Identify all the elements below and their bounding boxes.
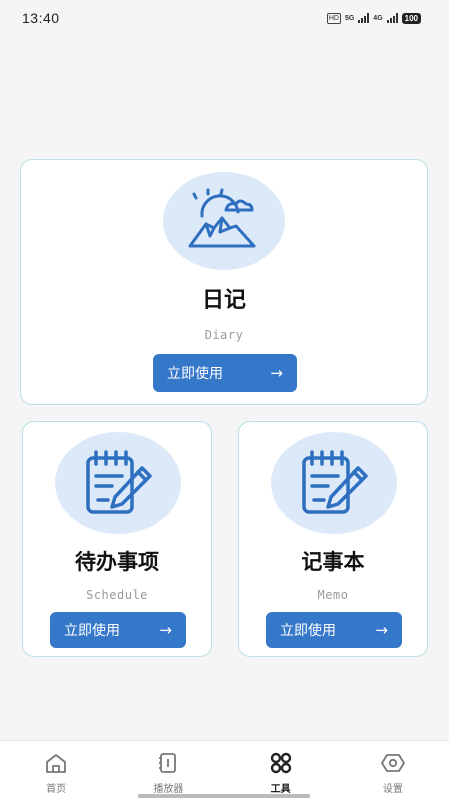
mountain-sun-icon — [163, 172, 285, 270]
battery-icon: 100 — [401, 12, 421, 24]
schedule-subtitle: Schedule — [86, 588, 148, 602]
tab-settings[interactable]: 设置 — [353, 741, 433, 800]
diary-subtitle: Diary — [204, 328, 244, 342]
notepad-pencil-icon — [271, 432, 397, 534]
arrow-right-icon: → — [375, 621, 388, 639]
diary-use-button-label: 立即使用 — [167, 366, 223, 382]
diary-use-button[interactable]: 立即使用 → — [153, 354, 297, 392]
tab-player[interactable]: 播放器 — [128, 741, 208, 800]
notepad-pencil-icon — [55, 432, 181, 534]
diary-card[interactable]: 日记 Diary 立即使用 → — [20, 159, 428, 405]
schedule-use-button-label: 立即使用 — [64, 623, 120, 639]
schedule-title: 待办事项 — [75, 550, 159, 574]
player-icon — [155, 750, 181, 776]
memo-subtitle: Memo — [317, 588, 349, 602]
network-4g-label: 4G — [373, 14, 383, 22]
status-icons: HD 5G 4G 100 — [326, 12, 421, 24]
tab-player-label: 播放器 — [153, 784, 184, 795]
memo-card[interactable]: 记事本 Memo 立即使用 → — [238, 421, 428, 657]
tools-icon — [268, 750, 294, 776]
diary-title: 日记 — [201, 288, 246, 313]
arrow-right-icon: → — [270, 364, 283, 382]
home-indicator[interactable] — [138, 794, 310, 798]
status-bar: 13:40 HD 5G 4G 100 — [0, 0, 449, 36]
home-icon — [43, 750, 69, 776]
memo-use-button[interactable]: 立即使用 → — [266, 612, 402, 648]
memo-title: 记事本 — [301, 550, 365, 574]
schedule-use-button[interactable]: 立即使用 → — [50, 612, 186, 648]
status-time: 13:40 — [22, 10, 60, 26]
network-5g-label: 5G — [344, 14, 355, 22]
bottom-tab-bar: 首页 播放器 工具 设置 — [0, 740, 449, 800]
settings-icon — [380, 750, 406, 776]
memo-use-button-label: 立即使用 — [280, 623, 336, 639]
hd-badge: HD — [326, 12, 341, 24]
arrow-right-icon: → — [159, 621, 172, 639]
signal-icon — [358, 13, 370, 23]
schedule-card[interactable]: 待办事项 Schedule 立即使用 → — [22, 421, 212, 657]
tab-tools[interactable]: 工具 — [241, 741, 321, 800]
signal-icon-2 — [386, 13, 398, 23]
tab-tools-label: 工具 — [270, 784, 291, 795]
tab-settings-label: 设置 — [382, 784, 403, 795]
tab-home[interactable]: 首页 — [16, 741, 96, 800]
tab-home-label: 首页 — [46, 784, 67, 795]
